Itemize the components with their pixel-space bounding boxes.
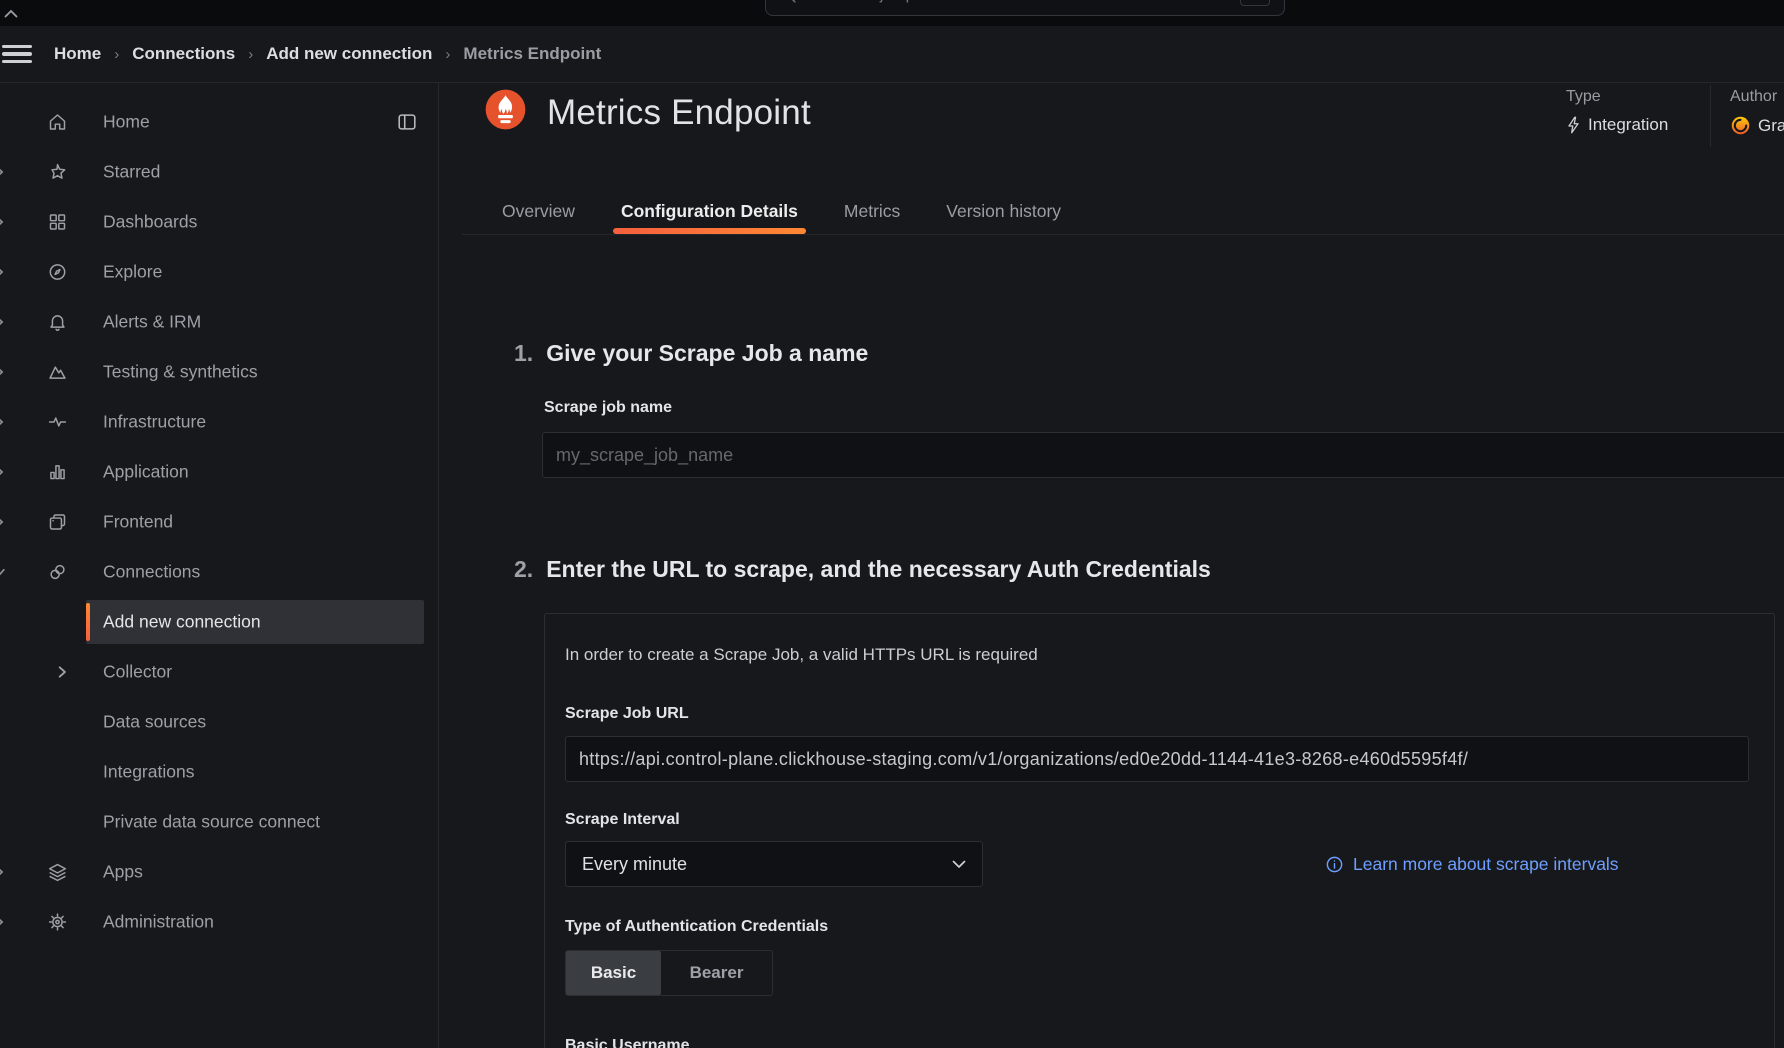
sidebar-item-connections[interactable]: Connections	[0, 547, 438, 597]
type-value: Integration	[1588, 115, 1668, 135]
sidebar-item-dashboards[interactable]: Dashboards	[0, 197, 438, 247]
auth-option-bearer[interactable]: Bearer	[661, 951, 772, 995]
breadcrumb-separator: ›	[445, 46, 450, 63]
chevron-right-icon[interactable]	[0, 366, 6, 379]
tab-overview[interactable]: Overview	[494, 189, 583, 234]
https-required-notice: In order to create a Scrape Job, a valid…	[565, 645, 1748, 665]
dashboards-icon	[47, 212, 68, 233]
auth-type-radio-group: Basic Bearer	[565, 950, 773, 996]
breadcrumb: Home › Connections › Add new connection …	[54, 44, 601, 64]
basic-username-label: Basic Username	[565, 1037, 1748, 1048]
prometheus-icon	[485, 89, 526, 130]
home-icon	[47, 112, 68, 133]
chevron-right-icon[interactable]	[0, 166, 6, 179]
selected-item-accent-bar	[86, 603, 90, 641]
chevron-right-icon[interactable]	[0, 416, 6, 429]
section-2-heading: 2. Enter the URL to scrape, and the nece…	[514, 555, 1784, 583]
auth-type-label: Type of Authentication Credentials	[565, 918, 1748, 936]
page-header: Metrics Endpoint Type Integration Author	[439, 83, 1784, 155]
tab-version-history[interactable]: Version history	[938, 189, 1069, 234]
sidebar-item-add-new-connection[interactable]: Add new connection	[0, 597, 438, 647]
layers-icon	[47, 862, 68, 883]
section-1-heading: 1. Give your Scrape Job a name	[514, 339, 1784, 367]
sidebar-item-data-sources[interactable]: Data sources	[0, 697, 438, 747]
chevron-right-icon[interactable]	[0, 466, 6, 479]
chevron-right-icon[interactable]	[0, 216, 6, 229]
grafana-logo-icon	[1730, 115, 1751, 136]
main-content: Metrics Endpoint Type Integration Author	[439, 83, 1784, 1048]
breadcrumb-home[interactable]: Home	[54, 44, 101, 64]
author-value: Grafana	[1758, 116, 1784, 136]
chevron-right-icon[interactable]	[0, 516, 6, 529]
breadcrumb-separator: ›	[248, 46, 253, 63]
sidebar-item-integrations[interactable]: Integrations	[0, 747, 438, 797]
connections-rings-icon	[47, 562, 68, 583]
sidebar-item-testing-synthetics[interactable]: Testing & synthetics	[0, 347, 438, 397]
tab-bar: Overview Configuration Details Metrics V…	[462, 189, 1784, 235]
top-strip: Search or jump to...	[0, 0, 1784, 26]
integration-type-block: Type Integration	[1566, 88, 1710, 135]
sidebar-nav: Home Starred Dashboards	[0, 83, 439, 1048]
sidebar-item-apps[interactable]: Apps	[0, 847, 438, 897]
url-auth-panel: In order to create a Scrape Job, a valid…	[544, 613, 1775, 1048]
chevron-down-icon	[952, 860, 966, 869]
pulse-icon	[47, 412, 68, 433]
search-icon	[780, 0, 797, 4]
chevron-right-icon[interactable]	[0, 916, 6, 929]
scrape-job-url-input[interactable]	[565, 736, 1749, 782]
scrape-interval-select[interactable]: Every minute	[565, 841, 983, 887]
lightning-bolt-icon	[1566, 116, 1581, 134]
auth-option-basic[interactable]: Basic	[566, 951, 661, 995]
sidebar-item-frontend[interactable]: Frontend	[0, 497, 438, 547]
info-icon	[1325, 855, 1344, 874]
scrape-job-url-label: Scrape Job URL	[565, 705, 1748, 723]
gear-icon	[47, 912, 68, 933]
sidebar-item-home[interactable]: Home	[0, 97, 438, 147]
type-label: Type	[1566, 88, 1710, 106]
sidebar-item-starred[interactable]: Starred	[0, 147, 438, 197]
chevron-right-icon[interactable]	[55, 665, 69, 679]
search-placeholder: Search or jump to...	[806, 0, 946, 4]
sidebar-item-administration[interactable]: Administration	[0, 897, 438, 947]
breadcrumb-metrics-endpoint: Metrics Endpoint	[463, 44, 601, 64]
breadcrumb-connections[interactable]: Connections	[132, 44, 235, 64]
tab-configuration-details[interactable]: Configuration Details	[613, 189, 806, 234]
scrape-job-name-label: Scrape job name	[544, 399, 1784, 417]
author-block: Author Grafana	[1711, 88, 1784, 136]
frontend-windows-icon	[47, 512, 68, 533]
compass-icon	[47, 262, 68, 283]
chevron-right-icon[interactable]	[0, 866, 6, 879]
tab-metrics[interactable]: Metrics	[836, 189, 908, 234]
sidebar-item-explore[interactable]: Explore	[0, 247, 438, 297]
sidebar-item-alerts-irm[interactable]: Alerts & IRM	[0, 297, 438, 347]
scrape-job-name-input[interactable]	[542, 432, 1784, 478]
breadcrumb-add-new-connection[interactable]: Add new connection	[266, 44, 432, 64]
bar-chart-icon	[47, 462, 68, 483]
menu-toggle-icon[interactable]	[2, 45, 32, 64]
author-label: Author	[1730, 88, 1784, 106]
star-icon	[47, 162, 68, 183]
dock-sidebar-icon[interactable]	[396, 111, 418, 133]
search-shortcut-chip	[1240, 0, 1270, 6]
global-search-input[interactable]: Search or jump to...	[765, 0, 1285, 16]
chevron-right-icon[interactable]	[0, 316, 6, 329]
breadcrumb-separator: ›	[114, 46, 119, 63]
configuration-form: 1. Give your Scrape Job a name Scrape jo…	[439, 235, 1784, 1048]
scrape-interval-value: Every minute	[582, 854, 687, 875]
collapse-caret-icon[interactable]	[4, 9, 18, 18]
page-title: Metrics Endpoint	[547, 93, 811, 133]
sidebar-item-collector[interactable]: Collector	[0, 647, 438, 697]
scrape-interval-label: Scrape Interval	[565, 811, 1748, 829]
chevron-down-icon[interactable]	[0, 566, 6, 579]
breadcrumb-bar: Home › Connections › Add new connection …	[0, 26, 1784, 83]
sidebar-item-infrastructure[interactable]: Infrastructure	[0, 397, 438, 447]
sidebar-item-private-data-source-connect[interactable]: Private data source connect	[0, 797, 438, 847]
learn-more-scrape-intervals-link[interactable]: Learn more about scrape intervals	[1325, 854, 1619, 875]
active-tab-underline	[613, 228, 806, 234]
bell-icon	[47, 312, 68, 333]
mountain-k6-icon	[47, 362, 68, 383]
sidebar-item-application[interactable]: Application	[0, 447, 438, 497]
chevron-right-icon[interactable]	[0, 266, 6, 279]
